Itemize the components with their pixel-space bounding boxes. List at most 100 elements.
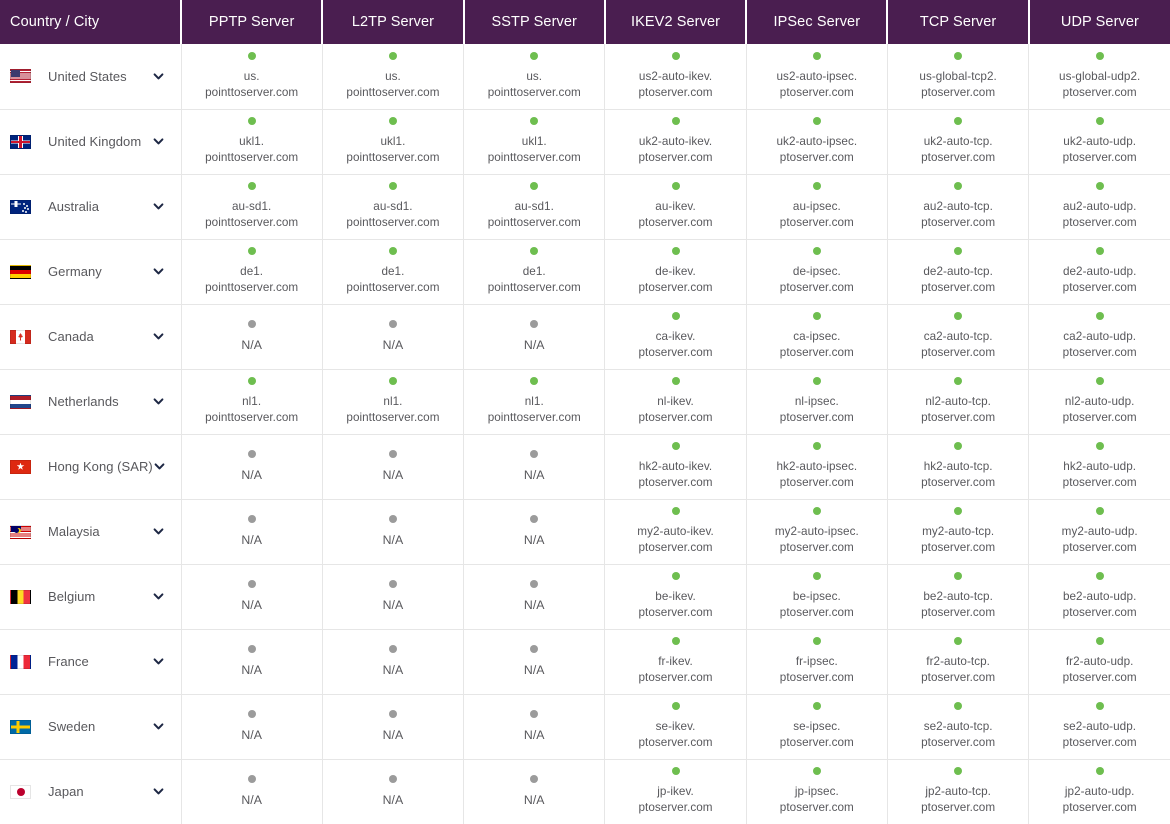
- server-cell-tcp[interactable]: se2-auto-tcp. ptoserver.com: [887, 694, 1030, 760]
- server-cell-udp[interactable]: se2-auto-udp. ptoserver.com: [1028, 694, 1170, 760]
- server-cell-ikev2[interactable]: au-ikev. ptoserver.com: [604, 174, 747, 240]
- country-cell[interactable]: Germany: [0, 239, 182, 305]
- server-cell-sstp[interactable]: N/A: [463, 499, 606, 565]
- server-cell-sstp[interactable]: de1. pointtoserver.com: [463, 239, 606, 305]
- server-cell-udp[interactable]: jp2-auto-udp. ptoserver.com: [1028, 759, 1170, 824]
- server-cell-sstp[interactable]: N/A: [463, 629, 606, 695]
- server-cell-ikev2[interactable]: nl-ikev. ptoserver.com: [604, 369, 747, 435]
- chevron-down-icon[interactable]: [152, 265, 166, 279]
- server-cell-tcp[interactable]: jp2-auto-tcp. ptoserver.com: [887, 759, 1030, 824]
- chevron-down-icon[interactable]: [152, 720, 166, 734]
- chevron-down-icon[interactable]: [152, 200, 166, 214]
- server-cell-ikev2[interactable]: hk2-auto-ikev. ptoserver.com: [604, 434, 747, 500]
- server-cell-l2tp[interactable]: N/A: [322, 759, 465, 824]
- country-cell[interactable]: United States: [0, 44, 182, 110]
- server-cell-udp[interactable]: my2-auto-udp. ptoserver.com: [1028, 499, 1170, 565]
- server-cell-l2tp[interactable]: us. pointtoserver.com: [322, 44, 465, 110]
- server-cell-tcp[interactable]: ca2-auto-tcp. ptoserver.com: [887, 304, 1030, 370]
- server-cell-l2tp[interactable]: N/A: [322, 434, 465, 500]
- server-cell-sstp[interactable]: N/A: [463, 759, 606, 824]
- server-cell-l2tp[interactable]: nl1. pointtoserver.com: [322, 369, 465, 435]
- server-cell-ikev2[interactable]: uk2-auto-ikev. ptoserver.com: [604, 109, 747, 175]
- server-cell-ikev2[interactable]: my2-auto-ikev. ptoserver.com: [604, 499, 747, 565]
- server-cell-pptp[interactable]: N/A: [181, 629, 323, 695]
- country-cell[interactable]: Japan: [0, 759, 182, 824]
- server-cell-l2tp[interactable]: N/A: [322, 629, 465, 695]
- country-cell[interactable]: Belgium: [0, 564, 182, 630]
- server-cell-sstp[interactable]: ukl1. pointtoserver.com: [463, 109, 606, 175]
- server-cell-sstp[interactable]: nl1. pointtoserver.com: [463, 369, 606, 435]
- country-cell[interactable]: Netherlands: [0, 369, 182, 435]
- server-cell-pptp[interactable]: de1. pointtoserver.com: [181, 239, 323, 305]
- chevron-down-icon[interactable]: [152, 785, 166, 799]
- server-cell-udp[interactable]: ca2-auto-udp. ptoserver.com: [1028, 304, 1170, 370]
- server-cell-pptp[interactable]: N/A: [181, 304, 323, 370]
- chevron-down-icon[interactable]: [153, 460, 167, 474]
- server-cell-tcp[interactable]: fr2-auto-tcp. ptoserver.com: [887, 629, 1030, 695]
- server-cell-l2tp[interactable]: N/A: [322, 304, 465, 370]
- server-cell-tcp[interactable]: be2-auto-tcp. ptoserver.com: [887, 564, 1030, 630]
- country-cell[interactable]: United Kingdom: [0, 109, 182, 175]
- server-cell-ipsec[interactable]: fr-ipsec. ptoserver.com: [746, 629, 888, 695]
- server-cell-ikev2[interactable]: be-ikev. ptoserver.com: [604, 564, 747, 630]
- server-cell-tcp[interactable]: au2-auto-tcp. ptoserver.com: [887, 174, 1030, 240]
- server-cell-udp[interactable]: au2-auto-udp. ptoserver.com: [1028, 174, 1170, 240]
- server-cell-ipsec[interactable]: de-ipsec. ptoserver.com: [746, 239, 888, 305]
- server-cell-pptp[interactable]: N/A: [181, 694, 323, 760]
- server-cell-l2tp[interactable]: N/A: [322, 694, 465, 760]
- server-cell-tcp[interactable]: uk2-auto-tcp. ptoserver.com: [887, 109, 1030, 175]
- server-cell-l2tp[interactable]: ukl1. pointtoserver.com: [322, 109, 465, 175]
- server-cell-ipsec[interactable]: be-ipsec. ptoserver.com: [746, 564, 888, 630]
- server-cell-udp[interactable]: fr2-auto-udp. ptoserver.com: [1028, 629, 1170, 695]
- server-cell-pptp[interactable]: N/A: [181, 434, 323, 500]
- country-cell[interactable]: Hong Kong (SAR): [0, 434, 182, 500]
- server-cell-ikev2[interactable]: jp-ikev. ptoserver.com: [604, 759, 747, 824]
- server-cell-udp[interactable]: be2-auto-udp. ptoserver.com: [1028, 564, 1170, 630]
- server-cell-pptp[interactable]: N/A: [181, 564, 323, 630]
- server-cell-ipsec[interactable]: us2-auto-ipsec. ptoserver.com: [746, 44, 888, 110]
- country-cell[interactable]: Canada: [0, 304, 182, 370]
- chevron-down-icon[interactable]: [152, 69, 166, 83]
- server-cell-tcp[interactable]: de2-auto-tcp. ptoserver.com: [887, 239, 1030, 305]
- chevron-down-icon[interactable]: [152, 525, 166, 539]
- server-cell-udp[interactable]: uk2-auto-udp. ptoserver.com: [1028, 109, 1170, 175]
- server-cell-tcp[interactable]: nl2-auto-tcp. ptoserver.com: [887, 369, 1030, 435]
- chevron-down-icon[interactable]: [152, 135, 166, 149]
- server-cell-ikev2[interactable]: ca-ikev. ptoserver.com: [604, 304, 747, 370]
- server-cell-ikev2[interactable]: fr-ikev. ptoserver.com: [604, 629, 747, 695]
- server-cell-l2tp[interactable]: N/A: [322, 564, 465, 630]
- country-cell[interactable]: France: [0, 629, 182, 695]
- server-cell-pptp[interactable]: nl1. pointtoserver.com: [181, 369, 323, 435]
- chevron-down-icon[interactable]: [152, 330, 166, 344]
- country-cell[interactable]: Malaysia: [0, 499, 182, 565]
- server-cell-sstp[interactable]: N/A: [463, 434, 606, 500]
- server-cell-ipsec[interactable]: hk2-auto-ipsec. ptoserver.com: [746, 434, 888, 500]
- server-cell-ikev2[interactable]: se-ikev. ptoserver.com: [604, 694, 747, 760]
- server-cell-ikev2[interactable]: us2-auto-ikev. ptoserver.com: [604, 44, 747, 110]
- server-cell-pptp[interactable]: au-sd1. pointtoserver.com: [181, 174, 323, 240]
- server-cell-ipsec[interactable]: jp-ipsec. ptoserver.com: [746, 759, 888, 824]
- server-cell-sstp[interactable]: N/A: [463, 564, 606, 630]
- server-cell-udp[interactable]: nl2-auto-udp. ptoserver.com: [1028, 369, 1170, 435]
- chevron-down-icon[interactable]: [152, 590, 166, 604]
- server-cell-sstp[interactable]: N/A: [463, 694, 606, 760]
- server-cell-udp[interactable]: hk2-auto-udp. ptoserver.com: [1028, 434, 1170, 500]
- server-cell-l2tp[interactable]: au-sd1. pointtoserver.com: [322, 174, 465, 240]
- server-cell-l2tp[interactable]: de1. pointtoserver.com: [322, 239, 465, 305]
- server-cell-pptp[interactable]: ukl1. pointtoserver.com: [181, 109, 323, 175]
- server-cell-tcp[interactable]: us-global-tcp2. ptoserver.com: [887, 44, 1030, 110]
- server-cell-ikev2[interactable]: de-ikev. ptoserver.com: [604, 239, 747, 305]
- server-cell-tcp[interactable]: hk2-auto-tcp. ptoserver.com: [887, 434, 1030, 500]
- server-cell-udp[interactable]: us-global-udp2. ptoserver.com: [1028, 44, 1170, 110]
- server-cell-pptp[interactable]: us. pointtoserver.com: [181, 44, 323, 110]
- server-cell-sstp[interactable]: us. pointtoserver.com: [463, 44, 606, 110]
- server-cell-ipsec[interactable]: uk2-auto-ipsec. ptoserver.com: [746, 109, 888, 175]
- country-cell[interactable]: Australia: [0, 174, 182, 240]
- chevron-down-icon[interactable]: [152, 655, 166, 669]
- server-cell-tcp[interactable]: my2-auto-tcp. ptoserver.com: [887, 499, 1030, 565]
- server-cell-ipsec[interactable]: au-ipsec. ptoserver.com: [746, 174, 888, 240]
- server-cell-ipsec[interactable]: nl-ipsec. ptoserver.com: [746, 369, 888, 435]
- server-cell-ipsec[interactable]: ca-ipsec. ptoserver.com: [746, 304, 888, 370]
- country-cell[interactable]: Sweden: [0, 694, 182, 760]
- server-cell-pptp[interactable]: N/A: [181, 499, 323, 565]
